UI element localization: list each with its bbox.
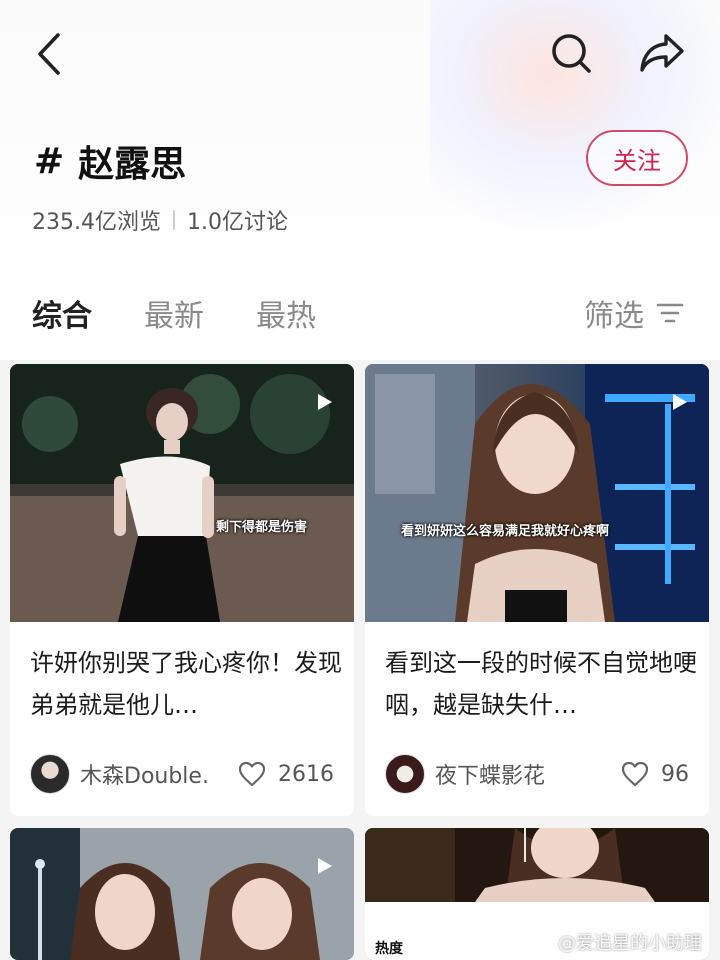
topic-header: # 赵露思 关注 235.4亿浏览 1.0亿讨论 综合 最新 最热 筛选 <box>0 0 720 360</box>
like-button[interactable]: 2616 <box>238 754 334 794</box>
heart-outline-icon <box>621 761 649 787</box>
author[interactable]: 木森Double. <box>30 754 209 794</box>
tab-bar: 综合 最新 最热 筛选 <box>0 286 720 340</box>
watermark-text: @爱追星的小助理 <box>558 933 702 954</box>
weibo-watermark: @爱追星的小助理 <box>530 928 702 956</box>
video-thumbnail[interactable]: 剩下得都是伤害 <box>10 364 354 622</box>
avatar[interactable] <box>30 754 70 794</box>
like-count: 96 <box>661 761 689 787</box>
hot-label: 热度 <box>375 941 403 957</box>
topic-name: 赵露思 <box>78 144 187 185</box>
filter-lines-icon <box>656 303 684 323</box>
video-thumbnail[interactable] <box>10 828 354 960</box>
heart-outline-icon <box>238 761 266 787</box>
share-arrow-icon <box>640 34 684 72</box>
video-title[interactable]: 许妍你别哭了我心疼你！发现弟弟就是他儿… <box>30 642 342 726</box>
like-count: 2616 <box>278 761 334 787</box>
video-title[interactable]: 看到这一段的时候不自觉地哽咽，越是缺失什… <box>385 642 697 726</box>
stats-divider <box>172 210 175 230</box>
filter-button[interactable]: 筛选 <box>584 286 684 340</box>
like-button[interactable]: 96 <box>621 754 689 794</box>
thumbnail-scene <box>365 828 709 902</box>
thumbnail-scene <box>10 364 354 622</box>
tab-latest[interactable]: 最新 <box>144 286 204 340</box>
play-icon <box>673 394 687 410</box>
back-button[interactable] <box>24 26 74 82</box>
thumbnail-scene <box>365 364 709 622</box>
share-button[interactable] <box>634 26 690 80</box>
thumbnail-scene <box>10 828 354 960</box>
play-icon <box>318 394 332 410</box>
play-icon <box>318 858 332 874</box>
weibo-icon <box>530 934 553 952</box>
search-button[interactable] <box>544 26 598 80</box>
follow-button[interactable]: 关注 <box>586 130 688 186</box>
views-count: 235.4亿浏览 <box>32 210 161 235</box>
topic-stats: 235.4亿浏览 1.0亿讨论 <box>32 204 288 236</box>
video-card[interactable]: 剩下得都是伤害 许妍你别哭了我心疼你！发现弟弟就是他儿… 木森Double. 2… <box>10 364 354 816</box>
discussions-count: 1.0亿讨论 <box>186 210 288 235</box>
video-overlay-caption: 剩下得都是伤害 <box>216 520 308 535</box>
avatar[interactable] <box>385 754 425 794</box>
filter-label: 筛选 <box>584 299 644 334</box>
search-icon <box>552 34 591 73</box>
hashtag-symbol: # <box>34 140 65 182</box>
chevron-left-icon <box>38 33 60 75</box>
video-overlay-caption: 看到妍妍这么容易满足我就好心疼啊 <box>401 524 610 539</box>
video-thumbnail[interactable]: 看到妍妍这么容易满足我就好心疼啊 <box>365 364 709 622</box>
author-name[interactable]: 夜下蝶影花 <box>435 758 545 790</box>
video-card[interactable]: 看到妍妍这么容易满足我就好心疼啊 看到这一段的时候不自觉地哽咽，越是缺失什… 夜… <box>365 364 709 816</box>
author[interactable]: 夜下蝶影花 <box>385 754 545 794</box>
topic-title: # 赵露思 <box>34 134 186 188</box>
video-card[interactable] <box>10 828 354 960</box>
tab-hottest[interactable]: 最热 <box>256 286 316 340</box>
tab-comprehensive[interactable]: 综合 <box>32 286 92 340</box>
author-name[interactable]: 木森Double. <box>80 758 209 790</box>
